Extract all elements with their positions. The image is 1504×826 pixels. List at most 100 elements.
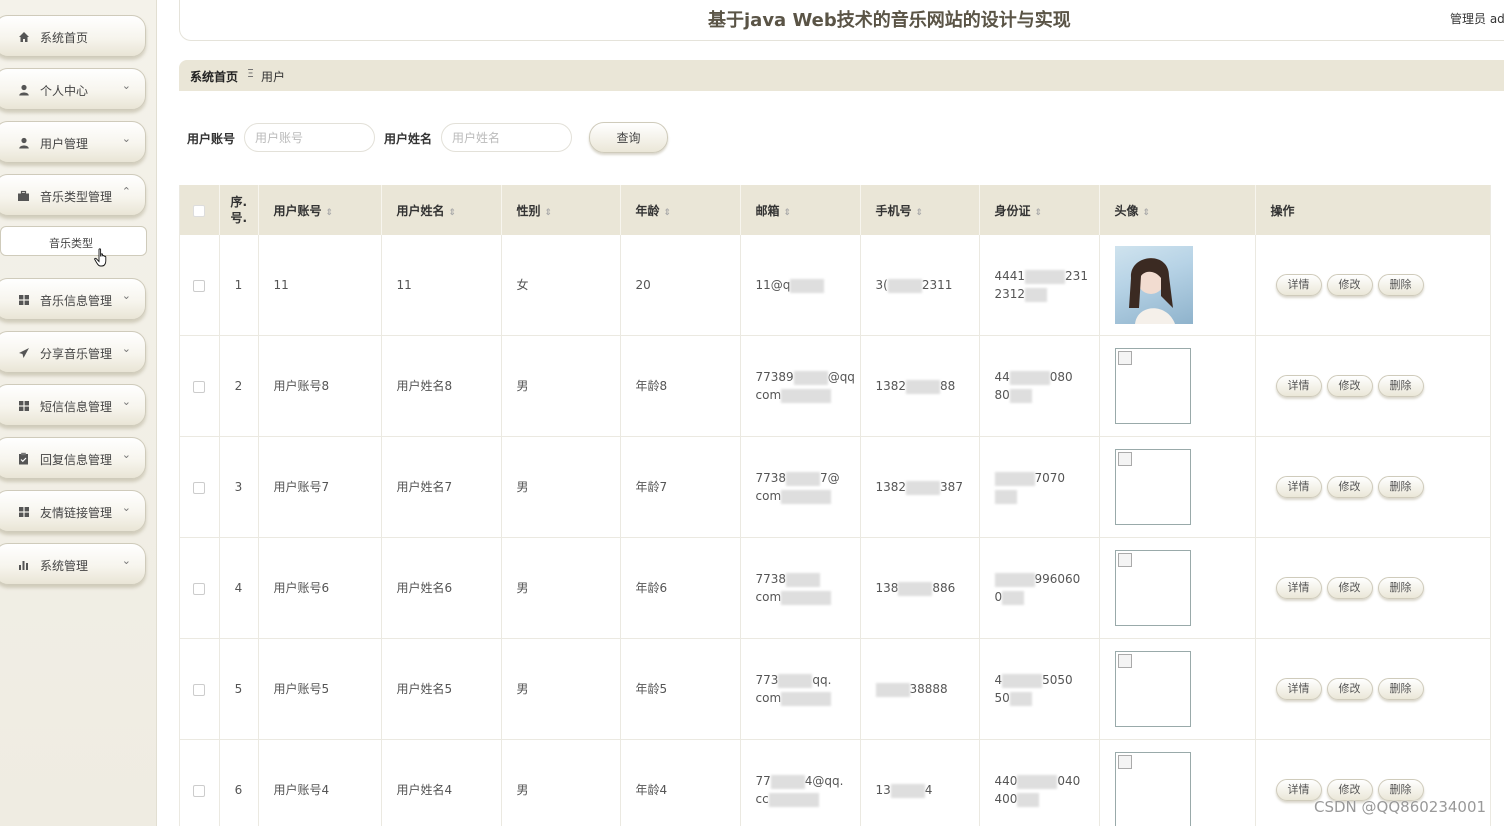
select-all-checkbox[interactable] <box>193 204 206 217</box>
sort-icon[interactable]: ⇕ <box>1035 208 1043 218</box>
row-checkbox[interactable] <box>193 279 206 292</box>
sort-icon[interactable]: ⇕ <box>326 208 334 218</box>
cell-gender: 男 <box>501 335 621 437</box>
page-title: 基于java Web技术的音乐网站的设计与实现 <box>708 10 1071 31</box>
breadcrumb-current: 用户 <box>261 70 286 84</box>
chevron-icon: ⌄ <box>121 501 131 514</box>
redacted-block <box>781 590 832 605</box>
sidebar-item-7[interactable]: 短信信息管理 ⌄ <box>0 384 146 426</box>
table-row: 2 用户账号8 用户姓名8 男年龄8 77389 @qq com 1382 88 44 080 80 详… <box>180 335 1490 437</box>
sidebar-item-6[interactable]: 分享音乐管理 ⌄ <box>0 331 146 373</box>
admin-user-label[interactable]: 管理员 ad <box>1450 10 1504 27</box>
header-age[interactable]: 年龄 ⇕ <box>620 185 741 235</box>
breadcrumb-home-link[interactable]: 系统首页 <box>190 68 238 85</box>
watermark: CSDN @QQ860234001 <box>1314 798 1487 816</box>
row-index: 4 <box>219 537 259 639</box>
sort-icon[interactable]: ⇕ <box>1143 208 1151 218</box>
row-select-cell <box>180 638 220 740</box>
account-search-input[interactable] <box>244 123 375 152</box>
delete-button[interactable]: 删除 <box>1377 678 1424 700</box>
phone-part-a: 13 <box>875 783 891 797</box>
id-part-b: 5050 <box>1042 673 1073 687</box>
cell-gender: 女 <box>501 235 621 336</box>
sidebar-item-2[interactable]: 个人中心 ⌄ <box>0 68 146 110</box>
sidebar-item-1[interactable]: 系统首页 <box>0 15 146 57</box>
header-id-card[interactable]: 身份证 ⇕ <box>979 185 1100 235</box>
grid-icon <box>17 505 30 518</box>
cell-phone: 1382 88 <box>860 335 980 437</box>
cell-name: 用户姓名8 <box>381 335 502 437</box>
redacted-block <box>906 480 941 495</box>
header-name[interactable]: 用户姓名 ⇕ <box>381 185 502 235</box>
detail-button[interactable]: 详情 <box>1275 476 1322 498</box>
detail-button[interactable]: 详情 <box>1275 577 1322 599</box>
sidebar-item-4[interactable]: 音乐类型管理 ⌃ <box>0 174 146 216</box>
delete-button[interactable]: 删除 <box>1377 577 1424 599</box>
delete-button[interactable]: 删除 <box>1377 476 1424 498</box>
home-icon <box>17 30 30 43</box>
cell-name: 用户姓名6 <box>381 537 502 639</box>
detail-button[interactable]: 详情 <box>1275 375 1322 397</box>
redacted-block <box>793 370 828 385</box>
chevron-icon: ⌄ <box>121 79 131 92</box>
row-checkbox[interactable] <box>193 582 206 595</box>
header-id-card-label: 身份证 <box>994 203 1031 218</box>
submenu-item-label: 音乐类型 <box>49 237 93 250</box>
header-email[interactable]: 邮箱 ⇕ <box>740 185 861 235</box>
detail-button[interactable]: 详情 <box>1275 678 1322 700</box>
hand-cursor-icon <box>94 248 110 268</box>
avatar-image-broken <box>1114 651 1191 727</box>
sort-icon[interactable]: ⇕ <box>784 208 792 218</box>
id-part-a: 4 <box>994 673 1003 687</box>
row-checkbox[interactable] <box>193 784 206 797</box>
row-select-cell <box>180 436 220 538</box>
cell-email: 11@q <box>740 235 861 336</box>
sort-icon[interactable]: ⇕ <box>449 208 457 218</box>
cell-age: 年龄8 <box>620 335 741 437</box>
breadcrumb: 系统首页 Ξ 用户 <box>179 60 1504 91</box>
edit-button[interactable]: 修改 <box>1326 375 1373 397</box>
redacted-block <box>781 489 832 504</box>
sort-icon[interactable]: ⇕ <box>916 208 924 218</box>
header-avatar[interactable]: 头像 ⇕ <box>1099 185 1256 235</box>
sidebar-item-8[interactable]: 回复信息管理 ⌄ <box>0 437 146 479</box>
sidebar-item-label: 用户管理 <box>40 137 89 151</box>
cell-account: 用户账号5 <box>258 638 382 740</box>
table-row: 3 用户账号7 用户姓名7 男年龄7 7738 7@ com 1382 387 7070 详情 修改删… <box>180 436 1490 538</box>
broken-image-icon <box>1117 654 1132 668</box>
name-search-label: 用户姓名 <box>384 132 433 146</box>
query-button[interactable]: 查询 <box>589 122 668 153</box>
edit-button[interactable]: 修改 <box>1326 274 1373 296</box>
header-email-label: 邮箱 <box>755 203 780 218</box>
cell-name: 11 <box>381 235 502 336</box>
row-checkbox[interactable] <box>193 380 206 393</box>
header-gender[interactable]: 性别 ⇕ <box>501 185 621 235</box>
cell-avatar <box>1099 638 1256 740</box>
email-part-b: @qq <box>827 370 855 384</box>
header-actions: 操作 <box>1255 185 1490 235</box>
name-search-input[interactable] <box>441 123 572 152</box>
row-checkbox[interactable] <box>193 683 206 696</box>
sidebar-item-5[interactable]: 音乐信息管理 ⌄ <box>0 278 146 320</box>
edit-button[interactable]: 修改 <box>1326 577 1373 599</box>
sidebar-item-10[interactable]: 系统管理 ⌄ <box>0 543 146 585</box>
edit-button[interactable]: 修改 <box>1326 678 1373 700</box>
row-checkbox[interactable] <box>193 481 206 494</box>
sort-icon[interactable]: ⇕ <box>664 208 672 218</box>
delete-button[interactable]: 删除 <box>1377 375 1424 397</box>
submenu-item-music-type[interactable]: 音乐类型 <box>0 226 147 256</box>
delete-button[interactable]: 删除 <box>1377 274 1424 296</box>
header-account[interactable]: 用户账号 ⇕ <box>258 185 382 235</box>
email-part-c: cc <box>755 792 769 806</box>
sidebar-item-9[interactable]: 友情链接管理 ⌄ <box>0 490 146 532</box>
sort-icon[interactable]: ⇕ <box>545 208 553 218</box>
sidebar-item-3[interactable]: 用户管理 ⌄ <box>0 121 146 163</box>
email-part-a: 7738 <box>755 471 787 485</box>
cell-actions: 详情 修改 删除 <box>1255 335 1490 437</box>
redacted-block <box>781 691 832 706</box>
edit-button[interactable]: 修改 <box>1326 476 1373 498</box>
id-part-c: 50 <box>994 691 1010 705</box>
header-phone[interactable]: 手机号 ⇕ <box>860 185 980 235</box>
detail-button[interactable]: 详情 <box>1275 274 1322 296</box>
header-account-label: 用户账号 <box>273 203 322 218</box>
